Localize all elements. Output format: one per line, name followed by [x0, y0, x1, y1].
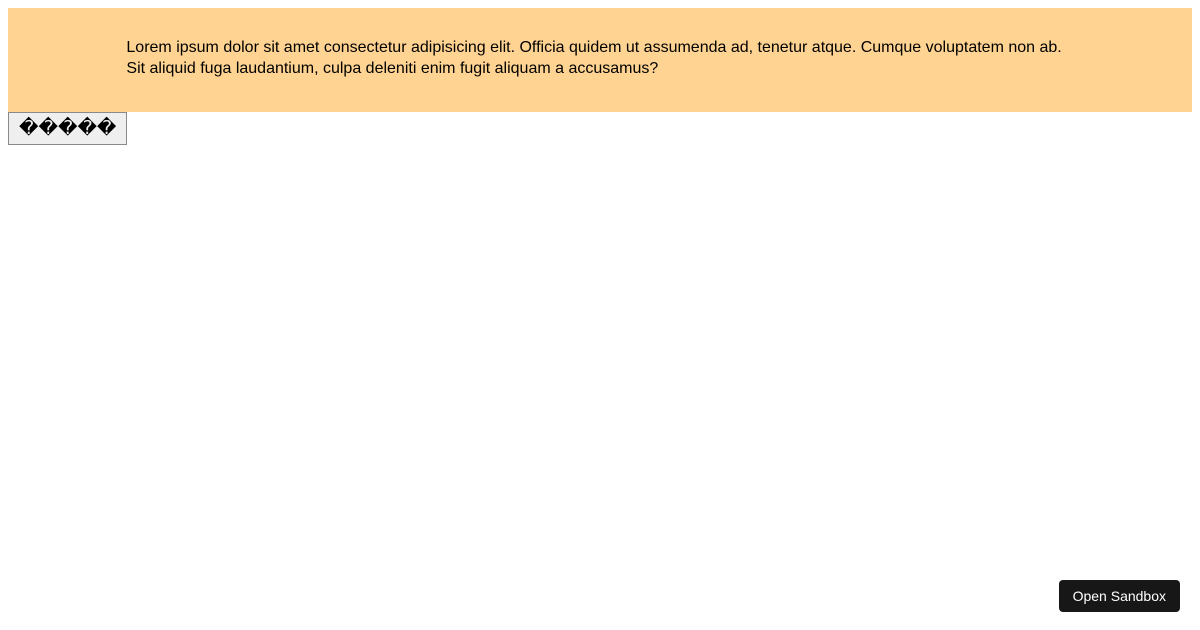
banner-panel: Lorem ipsum dolor sit amet consectetur a… [8, 8, 1192, 112]
page-root: Lorem ipsum dolor sit amet consectetur a… [0, 0, 1200, 153]
open-sandbox-button[interactable]: Open Sandbox [1059, 580, 1180, 612]
banner-text: Lorem ipsum dolor sit amet consectetur a… [126, 38, 1073, 80]
action-button[interactable]: ����� [8, 112, 127, 145]
